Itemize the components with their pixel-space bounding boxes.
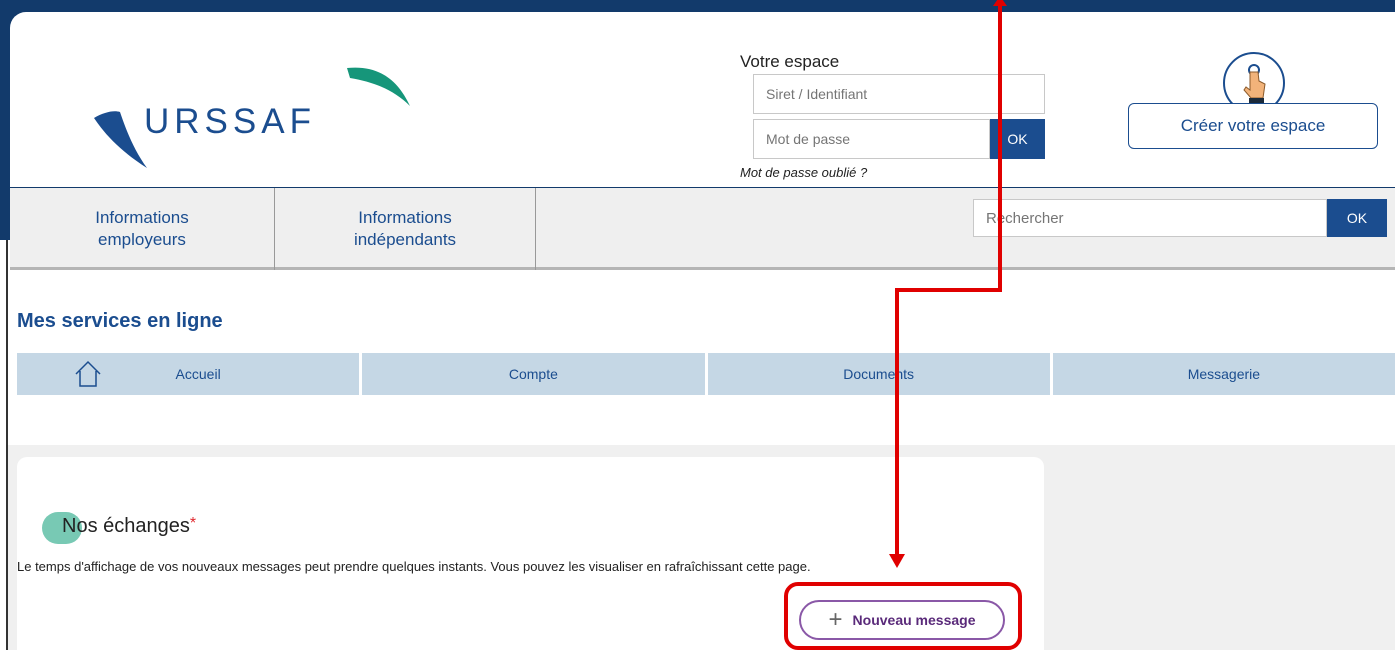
- create-account-button[interactable]: Créer votre espace: [1128, 103, 1378, 149]
- main-nav: Informations employeurs Informations ind…: [10, 188, 1395, 270]
- tab-documents[interactable]: Documents: [707, 353, 1053, 395]
- password-input[interactable]: [753, 119, 990, 159]
- exchanges-card: Nos échanges* Le temps d'affichage de vo…: [17, 457, 1044, 650]
- nav-item-label: Informations: [95, 207, 189, 227]
- identifier-input[interactable]: [753, 74, 1045, 114]
- nav-item-label: Informations: [358, 207, 452, 227]
- exchanges-description: Le temps d'affichage de vos nouveaux mes…: [17, 559, 811, 574]
- required-mark: *: [189, 515, 197, 532]
- tab-compte[interactable]: Compte: [362, 353, 708, 395]
- tab-label: Messagerie: [1187, 366, 1261, 382]
- urssaf-logo[interactable]: URSSAF: [92, 60, 422, 175]
- nav-item-label: indépendants: [353, 230, 457, 249]
- services-tabs: Accueil Compte Documents Messagerie: [17, 353, 1395, 395]
- services-title: Mes services en ligne: [17, 310, 223, 332]
- login-title: Votre espace: [740, 52, 840, 71]
- tab-label: Compte: [508, 366, 558, 382]
- home-icon: [75, 360, 101, 387]
- nav-item-independants[interactable]: Informations indépendants: [275, 188, 536, 270]
- nav-item-label: employeurs: [98, 230, 186, 249]
- logo-text: URSSAF: [144, 102, 316, 141]
- tab-accueil[interactable]: Accueil: [17, 353, 363, 395]
- new-message-label: Nouveau message: [852, 612, 976, 628]
- forgot-password-link[interactable]: Mot de passe oublié ?: [740, 165, 867, 180]
- tab-messagerie[interactable]: Messagerie: [1052, 353, 1395, 395]
- tab-label: Accueil: [175, 366, 221, 382]
- plus-icon: +: [828, 606, 843, 633]
- nav-item-employeurs[interactable]: Informations employeurs: [10, 188, 275, 270]
- search-input[interactable]: [973, 199, 1327, 237]
- new-message-button[interactable]: + Nouveau message: [799, 600, 1005, 640]
- tab-label: Documents: [843, 366, 915, 382]
- search-ok-button[interactable]: OK: [1327, 199, 1387, 237]
- exchanges-title: Nos échanges*: [62, 515, 196, 538]
- login-ok-button[interactable]: OK: [990, 119, 1045, 159]
- exchanges-title-text: Nos échanges: [62, 515, 190, 537]
